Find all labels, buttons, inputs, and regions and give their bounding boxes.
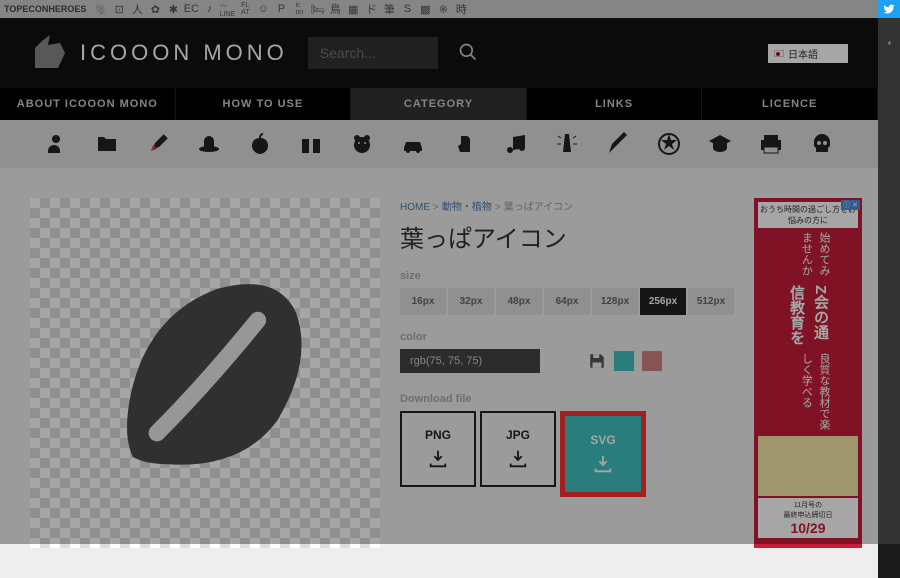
crumb-current: 葉っぱアイコン bbox=[504, 202, 574, 213]
size-48px[interactable]: 48px bbox=[496, 288, 542, 315]
topbar-icon[interactable]: 🛏 bbox=[309, 1, 325, 17]
topbar-icon[interactable]: 人 bbox=[129, 1, 145, 17]
download-svg[interactable]: SVG bbox=[560, 411, 646, 497]
hat-icon[interactable] bbox=[195, 130, 223, 158]
color-input[interactable] bbox=[400, 349, 540, 373]
gift-icon[interactable] bbox=[297, 130, 325, 158]
flag-jp-icon bbox=[774, 50, 784, 57]
logo[interactable]: ICOOON MONO bbox=[30, 33, 288, 73]
skull-icon[interactable] bbox=[808, 130, 836, 158]
apple-icon[interactable] bbox=[246, 130, 274, 158]
nav-about-icooon-mono[interactable]: ABOUT ICOOON MONO bbox=[0, 88, 176, 120]
size-32px[interactable]: 32px bbox=[448, 288, 494, 315]
syringe-icon[interactable] bbox=[144, 130, 172, 158]
topbar-icon[interactable]: ✱ bbox=[165, 1, 181, 17]
topbar-brand: TOPECONHEROES bbox=[4, 4, 86, 14]
ad-close-icon[interactable]: ⓘ ✕ bbox=[841, 200, 860, 210]
search-button[interactable] bbox=[458, 42, 478, 65]
download-jpg[interactable]: JPG bbox=[480, 411, 556, 487]
main-nav: ABOUT ICOOON MONOHOW TO USECATEGORYLINKS… bbox=[0, 88, 878, 120]
topbar-icon[interactable]: ☺ bbox=[255, 1, 271, 17]
pencil-icon[interactable] bbox=[604, 130, 632, 158]
download-options: PNGJPGSVG bbox=[400, 411, 734, 497]
nav-how-to-use[interactable]: HOW TO USE bbox=[176, 88, 352, 120]
topbar-icon[interactable]: 〰LINE bbox=[219, 1, 235, 17]
content: HOME>動物・植物>葉っぱアイコン 葉っぱアイコン size 16px32px… bbox=[0, 168, 878, 578]
size-16px[interactable]: 16px bbox=[400, 288, 446, 315]
topbar-icon[interactable]: ✿ bbox=[147, 1, 163, 17]
topbar-icon[interactable]: ド bbox=[363, 1, 379, 17]
badge-icon[interactable] bbox=[655, 130, 683, 158]
ad-image bbox=[758, 436, 858, 496]
download-png[interactable]: PNG bbox=[400, 411, 476, 487]
breadcrumb: HOME>動物・植物>葉っぱアイコン bbox=[400, 198, 734, 213]
crumb-category[interactable]: 動物・植物 bbox=[442, 202, 492, 213]
leaf-icon bbox=[85, 253, 325, 493]
nav-licence[interactable]: LICENCE bbox=[702, 88, 878, 120]
topbar-icon[interactable]: 時 bbox=[453, 1, 469, 17]
graduation-icon[interactable] bbox=[706, 130, 734, 158]
size-64px[interactable]: 64px bbox=[544, 288, 590, 315]
size-256px[interactable]: 256px bbox=[640, 288, 686, 315]
crumb-home[interactable]: HOME bbox=[400, 202, 430, 213]
car-icon[interactable] bbox=[399, 130, 427, 158]
person-icon[interactable] bbox=[42, 130, 70, 158]
search-input[interactable] bbox=[308, 37, 438, 69]
logo-text: ICOOON MONO bbox=[80, 40, 288, 66]
glove-icon[interactable] bbox=[451, 130, 479, 158]
download-label: Download file bbox=[400, 393, 734, 405]
lighthouse-icon[interactable] bbox=[553, 130, 581, 158]
category-iconbar bbox=[0, 120, 878, 168]
header: ICOOON MONO 日本語 bbox=[0, 18, 878, 88]
icon-preview bbox=[30, 198, 380, 548]
topbar-icon[interactable]: ▦ bbox=[345, 1, 361, 17]
topbar-icon[interactable]: ▩ bbox=[417, 1, 433, 17]
topbar-icon[interactable]: FLAT bbox=[237, 1, 253, 17]
topbar-icon[interactable]: ⊡ bbox=[111, 1, 127, 17]
topbar-icon[interactable]: 🐘 bbox=[93, 1, 109, 17]
drawer-toggle[interactable] bbox=[878, 18, 900, 544]
bear-icon[interactable] bbox=[348, 130, 376, 158]
printer-icon[interactable] bbox=[757, 130, 785, 158]
nav-category[interactable]: CATEGORY bbox=[351, 88, 527, 120]
size-512px[interactable]: 512px bbox=[688, 288, 734, 315]
topbar-icon[interactable]: ♪ bbox=[201, 1, 217, 17]
swatch-teal[interactable] bbox=[614, 351, 634, 371]
topbar: TOPECONHEROES 🐘 ⊡ 人 ✿ ✱ EC ♪ 〰LINE FLAT … bbox=[0, 0, 900, 18]
color-label: color bbox=[400, 331, 734, 343]
topbar-icon[interactable]: P bbox=[273, 1, 289, 17]
size-options: 16px32px48px64px128px256px512px bbox=[400, 288, 734, 315]
topbar-icon[interactable]: 筆 bbox=[381, 1, 397, 17]
music-icon[interactable] bbox=[502, 130, 530, 158]
folder-icon[interactable] bbox=[93, 130, 121, 158]
language-select[interactable]: 日本語 bbox=[768, 44, 848, 63]
topbar-icon[interactable]: 鳥 bbox=[327, 1, 343, 17]
save-icon[interactable] bbox=[588, 352, 606, 370]
topbar-icon[interactable]: icon bbox=[291, 1, 307, 17]
swatch-pink[interactable] bbox=[642, 351, 662, 371]
advertisement[interactable]: ⓘ ✕ おうち時間の過ごし方をお悩みの方に 始めてみませんか Z会の通信教育を … bbox=[754, 198, 862, 548]
nav-links[interactable]: LINKS bbox=[527, 88, 703, 120]
twitter-link[interactable] bbox=[878, 0, 900, 18]
size-128px[interactable]: 128px bbox=[592, 288, 638, 315]
topbar-icon[interactable]: EC bbox=[183, 1, 199, 17]
unicorn-icon bbox=[30, 33, 70, 73]
page-title: 葉っぱアイコン bbox=[400, 219, 734, 254]
size-label: size bbox=[400, 270, 734, 282]
topbar-icon[interactable]: ※ bbox=[435, 1, 451, 17]
topbar-icon[interactable]: S bbox=[399, 1, 415, 17]
